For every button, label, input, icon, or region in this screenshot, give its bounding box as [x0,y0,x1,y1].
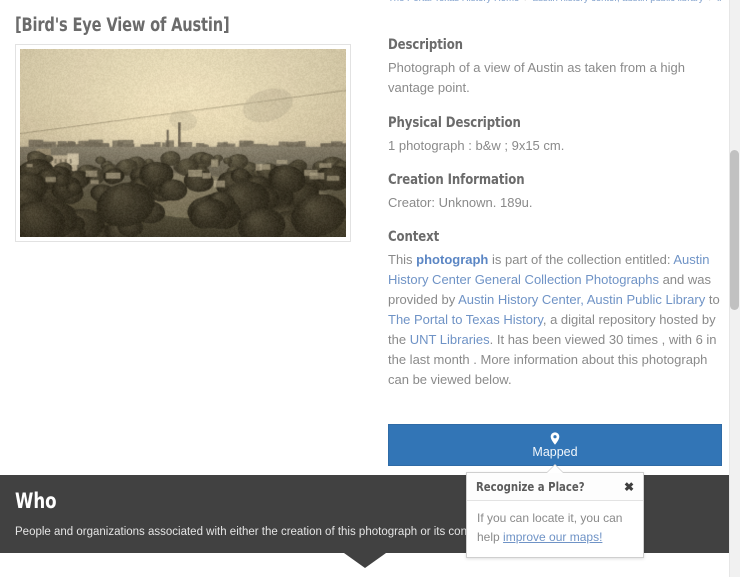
context-text-2: is part of the collection entitled: [488,252,674,267]
improve-our-maps-link[interactable]: improve our maps! [503,530,602,544]
context-text-4: to [705,292,720,307]
who-section-heading: Who [15,489,57,513]
who-section-subtitle: People and organizations associated with… [15,526,490,538]
context-body: This photograph is part of the collectio… [388,250,722,390]
context-heading: Context [388,229,440,245]
popover-body: If you can locate it, you can help impro… [467,501,643,557]
physical-description-section: Physical Description 1 photograph : b&w … [388,114,722,156]
photograph-image[interactable] [20,49,346,237]
vertical-scrollbar-thumb[interactable] [730,150,739,310]
physical-description-heading: Physical Description [388,115,521,131]
context-type-label: photograph [416,252,489,267]
close-icon[interactable]: ✖ [618,481,634,493]
breadcrumb-separator: › [519,0,532,4]
recognize-a-place-popover: Recognize a Place? ✖ If you can locate i… [466,465,644,558]
popover-title: Recognize a Place? [476,479,585,494]
map-pin-icon [550,432,560,445]
breadcrumb-item-collection[interactable]: austin history center, austin public lib… [532,0,703,4]
creation-information-body: Creator: Unknown. 189u. [388,195,533,210]
mapped-button-label: Mapped [532,445,578,459]
context-provider-link[interactable]: Austin History Center, Austin Public Lib… [458,292,705,307]
record-left-column: [Bird's Eye View of Austin] [0,0,370,475]
breadcrumb: The Portal Texas History Home›austin his… [388,0,722,5]
mapped-button[interactable]: Mapped [388,424,722,466]
popover-header: Recognize a Place? ✖ [467,473,643,501]
popover-arrow [547,465,563,473]
breadcrumb-item-current: this photograph [717,0,722,4]
context-unt-libraries-link[interactable]: UNT Libraries [410,332,490,347]
creation-information-heading: Creation Information [388,172,525,188]
page-title: [Bird's Eye View of Austin] [15,15,230,36]
context-text-1: This [388,252,417,267]
context-portal-link[interactable]: The Portal to Texas History [388,312,543,327]
description-heading: Description [388,37,463,53]
description-section: Description Photograph of a view of Aust… [388,36,722,98]
physical-description-body: 1 photograph : b&w ; 9x15 cm. [388,138,565,153]
breadcrumb-item-home[interactable]: The Portal Texas History Home [388,0,519,4]
who-section-notch-icon [344,553,386,568]
context-section: Context This photograph is part of the c… [388,228,722,390]
description-body: Photograph of a view of Austin as taken … [388,60,686,95]
creation-information-section: Creation Information Creator: Unknown. 1… [388,171,722,213]
record-metadata-column: Description Photograph of a view of Aust… [388,36,722,390]
breadcrumb-separator: › [704,0,717,4]
photograph-thumbnail[interactable] [15,44,351,242]
